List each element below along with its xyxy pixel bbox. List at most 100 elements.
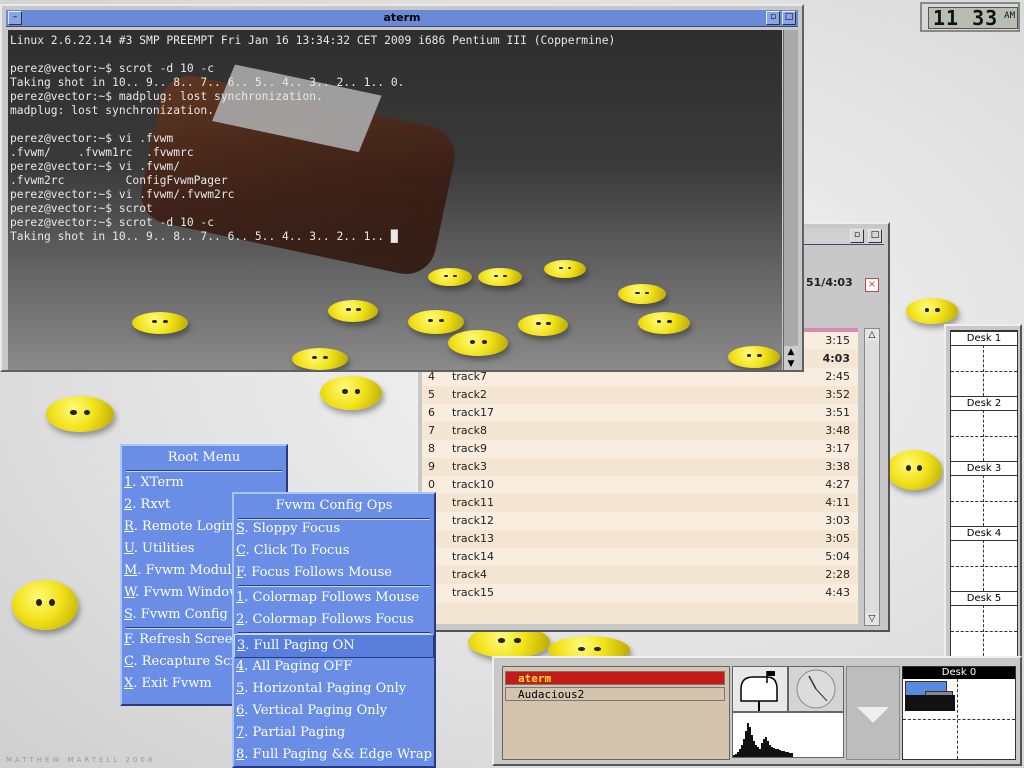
- desk-label[interactable]: Desk 4: [951, 526, 1017, 541]
- playlist-row[interactable]: 6 track17 3:51: [422, 404, 858, 422]
- menu-item-label: . Sloppy Focus: [244, 521, 341, 536]
- scroll-down-icon[interactable]: ▽: [865, 613, 879, 625]
- task-list[interactable]: aterm Audacious2: [502, 666, 730, 760]
- mailbox-icon[interactable]: [732, 666, 788, 712]
- menu-item-label: . Horizontal Paging Only: [244, 681, 407, 696]
- track-duration: 4:11: [825, 496, 850, 509]
- menu-item[interactable]: 1. XTerm: [122, 472, 286, 494]
- pager-desks[interactable]: Desk 1 Desk 2 Desk 3 Desk 4 Desk 5: [950, 330, 1018, 658]
- playlist-scrollbar[interactable]: △ ▽: [864, 328, 880, 626]
- menu-item-label: . Full Paging ON: [245, 638, 355, 653]
- desk-label[interactable]: Desk 5: [951, 591, 1017, 606]
- track-duration: 4:03: [822, 352, 850, 365]
- menu-item[interactable]: 4. All Paging OFF: [234, 656, 434, 678]
- aterm-window[interactable]: – aterm ▫ □ Linux 2.6.22.14 #3 SMP PREEM…: [0, 4, 804, 372]
- terminal-output: Linux 2.6.22.14 #3 SMP PREEMPT Fri Jan 1…: [8, 30, 782, 248]
- track-title: track11: [452, 496, 494, 509]
- playlist-row[interactable]: 0 track10 4:27: [422, 476, 858, 494]
- fvwm-pager[interactable]: Desk 1 Desk 2 Desk 3 Desk 4 Desk 5: [944, 324, 1022, 660]
- root-menu-title: Root Menu: [167, 450, 241, 465]
- analog-clock-icon: [788, 666, 844, 712]
- track-title: track14: [452, 550, 494, 563]
- config-ops-menu[interactable]: Fvwm Config Ops S. Sloppy Focus C. Click …: [232, 492, 436, 768]
- menu-item[interactable]: 7. Partial Paging: [234, 722, 434, 744]
- track-number: 6: [428, 406, 435, 419]
- track-number: 9: [428, 460, 435, 473]
- scroll-up-icon[interactable]: △: [865, 329, 879, 341]
- smiley-decoration: [12, 580, 78, 630]
- terminal-line: perez@vector:~$ vi .fvwm/: [10, 160, 181, 173]
- aterm-titlebar[interactable]: – aterm ▫ □: [6, 10, 798, 27]
- menu-item[interactable]: 1. Colormap Follows Mouse: [234, 587, 434, 609]
- menu-item-label: . Remote Logins: [133, 519, 241, 534]
- playlist-row[interactable]: 7 track8 3:48: [422, 422, 858, 440]
- desk-label[interactable]: Desk 2: [951, 396, 1017, 411]
- desk-label[interactable]: Desk 1: [951, 331, 1017, 346]
- smiley-decoration: [544, 260, 586, 278]
- taskbar[interactable]: aterm Audacious2 Desk 0: [492, 656, 1022, 766]
- menu-item-hotkey: F: [124, 632, 131, 647]
- scroll-up-icon[interactable]: ▲: [784, 346, 798, 358]
- terminal-line: perez@vector:~$ vi .fvwm: [10, 132, 174, 145]
- smiley-decoration: [906, 298, 958, 324]
- smiley-decoration: [618, 284, 666, 304]
- playlist-row[interactable]: 5 track2 3:52: [422, 386, 858, 404]
- digital-clock: 11 33 AM: [920, 2, 1020, 32]
- menu-item-label: . XTerm: [132, 475, 184, 490]
- smiley-decoration: [886, 450, 942, 490]
- playlist-row[interactable]: 9 track3 3:38: [422, 458, 858, 476]
- track-duration: 3:52: [825, 388, 850, 401]
- clock-display: 11 33 AM: [928, 7, 1018, 29]
- terminal-line: perez@vector:~$ scrot -d 10 -c: [10, 62, 215, 75]
- menu-item-label: . Colormap Follows Mouse: [244, 590, 420, 605]
- playlist-row[interactable]: 2track123:03: [422, 512, 858, 530]
- menu-item[interactable]: S. Sloppy Focus: [234, 518, 434, 540]
- menu-item-label: . Vertical Paging Only: [244, 703, 388, 718]
- task-item-aterm[interactable]: aterm: [505, 671, 725, 685]
- menu-item-label: . Click To Focus: [245, 543, 350, 558]
- track-duration: 3:38: [825, 460, 850, 473]
- smiley-decoration: [478, 268, 522, 286]
- menu-item[interactable]: C. Click To Focus: [234, 540, 434, 562]
- menu-item[interactable]: 3. Full Paging ON: [234, 634, 434, 658]
- track-duration: 5:04: [825, 550, 850, 563]
- wallpaper-credit: MATTHEW MARTELL 2008: [6, 756, 156, 764]
- mini-pager-label: Desk 0: [903, 667, 1015, 679]
- playlist-row[interactable]: 1track114:11: [422, 494, 858, 512]
- menu-item-hotkey: X: [124, 676, 134, 691]
- track-duration: 3:05: [825, 532, 850, 545]
- terminal-area[interactable]: Linux 2.6.22.14 #3 SMP PREEMPT Fri Jan 1…: [8, 30, 782, 370]
- maximize-icon[interactable]: □: [868, 229, 882, 243]
- minimize-icon[interactable]: ▫: [850, 229, 864, 243]
- desk-label[interactable]: Desk 3: [951, 461, 1017, 476]
- playlist-row[interactable]: 6track154:43: [422, 584, 858, 602]
- menu-item[interactable]: 2. Colormap Follows Focus: [234, 609, 434, 631]
- track-title: track15: [452, 586, 494, 599]
- track-title: track10: [452, 478, 494, 491]
- menu-item-hotkey: U: [124, 541, 134, 556]
- smiley-decoration: [292, 348, 348, 370]
- task-item-audacious[interactable]: Audacious2: [505, 687, 725, 701]
- playlist-row[interactable]: 3track133:05: [422, 530, 858, 548]
- menu-item-label: . Refresh Screen: [131, 632, 241, 647]
- playlist-row[interactable]: 5track42:28: [422, 566, 858, 584]
- mini-pager[interactable]: Desk 0: [902, 666, 1016, 760]
- maximize-icon[interactable]: □: [782, 11, 796, 25]
- triangle-down-icon: [857, 707, 889, 723]
- menu-item[interactable]: F. Focus Follows Mouse: [234, 562, 434, 584]
- scroll-down-button[interactable]: [846, 666, 900, 760]
- menu-item-hotkey: W: [124, 585, 136, 600]
- menu-item[interactable]: 5. Horizontal Paging Only: [234, 678, 434, 700]
- menu-item[interactable]: 6. Vertical Paging Only: [234, 700, 434, 722]
- terminal-scrollbar[interactable]: ▲ ▼: [783, 30, 798, 370]
- smiley-decoration: [428, 268, 472, 286]
- track-number: 7: [428, 424, 435, 437]
- scroll-down-icon[interactable]: ▼: [784, 358, 798, 370]
- close-icon[interactable]: ×: [865, 278, 879, 292]
- playlist-row[interactable]: 8 track9 3:17: [422, 440, 858, 458]
- menu-item[interactable]: 8. Full Paging && Edge Wrap: [234, 744, 434, 766]
- minimize-icon[interactable]: ▫: [766, 11, 780, 25]
- playlist-row[interactable]: 4track145:04: [422, 548, 858, 566]
- smiley-decoration: [46, 396, 114, 432]
- playlist[interactable]: 3:263:153track14:034track72:455track23:5…: [422, 328, 858, 624]
